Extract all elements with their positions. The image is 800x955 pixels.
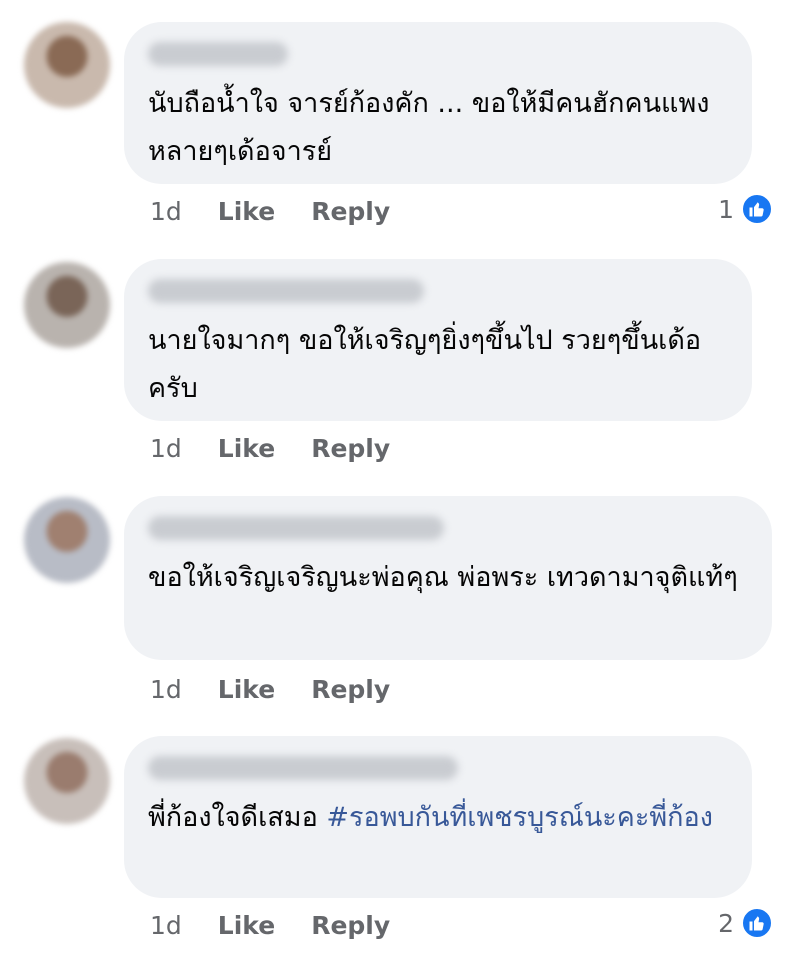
comment-timestamp[interactable]: 1d: [150, 675, 182, 704]
comment-text: ขอให้เจริญเจริญนะพ่อคุณ พ่อพระ เทวดามาจุ…: [148, 562, 738, 593]
avatar[interactable]: [24, 497, 110, 583]
hashtag-link[interactable]: #รอพบกันที่เพชรบูรณ์นะคะพี่ก้อง: [326, 802, 713, 833]
reply-button[interactable]: Reply: [311, 434, 390, 463]
reply-button[interactable]: Reply: [311, 197, 390, 226]
reaction-summary[interactable]: 2: [718, 906, 774, 940]
comment-actions: 1d Like Reply: [150, 672, 426, 706]
like-button[interactable]: Like: [218, 197, 275, 226]
reaction-summary[interactable]: 1: [718, 192, 774, 226]
like-button[interactable]: Like: [218, 911, 275, 940]
comment-bubble: นับถือน้ำใจ จารย์ก้องคัก ... ขอให้มีคนฮั…: [124, 22, 752, 184]
reaction-count: 1: [718, 194, 734, 224]
thumbs-up-icon: [740, 192, 774, 226]
commenter-name[interactable]: [148, 42, 288, 66]
avatar[interactable]: [24, 22, 110, 108]
like-button[interactable]: Like: [218, 434, 275, 463]
comment-bubble: ขอให้เจริญเจริญนะพ่อคุณ พ่อพระ เทวดามาจุ…: [124, 496, 772, 660]
thumbs-up-icon: [740, 906, 774, 940]
comment-timestamp[interactable]: 1d: [150, 197, 182, 226]
comment-timestamp[interactable]: 1d: [150, 434, 182, 463]
comment-actions: 1d Like Reply: [150, 431, 426, 465]
comment-text: พี่ก้องใจดีเสมอ #รอพบกันที่เพชรบูรณ์นะคะ…: [148, 802, 713, 833]
comment-bubble: นายใจมากๆ ขอให้เจริญๆยิ่งๆขึ้นไป รวยๆขึ้…: [124, 259, 752, 421]
comment-text: นับถือน้ำใจ จารย์ก้องคัก ... ขอให้มีคนฮั…: [148, 88, 710, 167]
avatar[interactable]: [24, 738, 110, 824]
comment-actions: 1d Like Reply: [150, 908, 426, 942]
commenter-name[interactable]: [148, 516, 444, 540]
avatar[interactable]: [24, 262, 110, 348]
reaction-count: 2: [718, 908, 734, 938]
comment-actions: 1d Like Reply: [150, 194, 426, 228]
like-button[interactable]: Like: [218, 675, 275, 704]
reply-button[interactable]: Reply: [311, 675, 390, 704]
comment-text: นายใจมากๆ ขอให้เจริญๆยิ่งๆขึ้นไป รวยๆขึ้…: [148, 325, 702, 404]
comment-timestamp[interactable]: 1d: [150, 911, 182, 940]
commenter-name[interactable]: [148, 279, 424, 303]
reply-button[interactable]: Reply: [311, 911, 390, 940]
comment-bubble: พี่ก้องใจดีเสมอ #รอพบกันที่เพชรบูรณ์นะคะ…: [124, 736, 752, 898]
commenter-name[interactable]: [148, 756, 458, 780]
